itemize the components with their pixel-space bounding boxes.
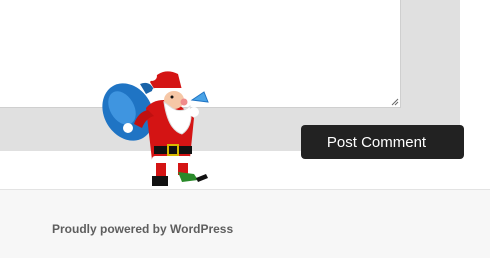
comment-form-panel [0,0,460,114]
site-footer: Proudly powered by WordPress [0,189,490,258]
resize-grip-icon[interactable] [391,98,399,106]
wordpress-credit-link[interactable]: Proudly powered by WordPress [52,222,233,236]
post-comment-button[interactable]: Post Comment [301,125,464,159]
santa-claus-icon [102,71,209,186]
